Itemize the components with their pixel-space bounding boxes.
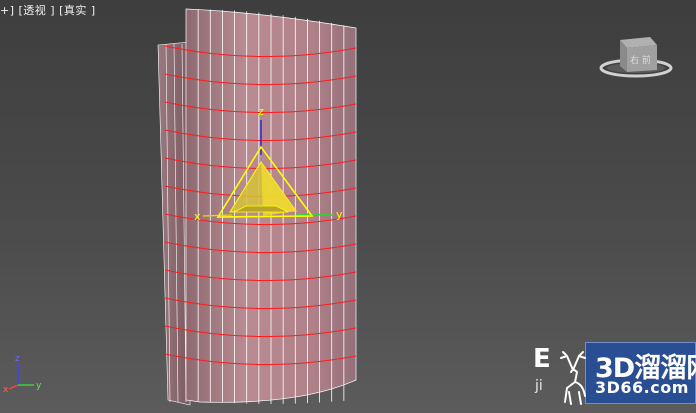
gizmo-z-label: z xyxy=(258,105,264,118)
watermark-partial-top: E xyxy=(533,344,551,374)
deer-logo-icon xyxy=(560,351,586,405)
watermark-domain: 3D66.com xyxy=(595,378,689,397)
back-shell-mesh[interactable] xyxy=(157,41,191,406)
tripod-z-label: z xyxy=(15,354,20,364)
gizmo-x-label: x xyxy=(194,210,201,223)
viewcube-face-label: 右 前 xyxy=(630,54,651,66)
perspective-viewport[interactable]: +] [透视 ] [真实 ] z x y 右 前 z y x E ji 3D溜溜… xyxy=(0,0,696,413)
watermark-logo: E ji 3D溜溜网 3D66.com xyxy=(533,340,696,413)
tripod-x-label: x xyxy=(3,385,9,395)
gizmo-y-label: y xyxy=(336,208,343,221)
viewcube[interactable]: 右 前 xyxy=(599,37,673,78)
tripod-y-label: y xyxy=(36,381,42,391)
watermark-partial-bottom: ji xyxy=(535,378,543,394)
axis-tripod: z y x xyxy=(3,354,42,395)
